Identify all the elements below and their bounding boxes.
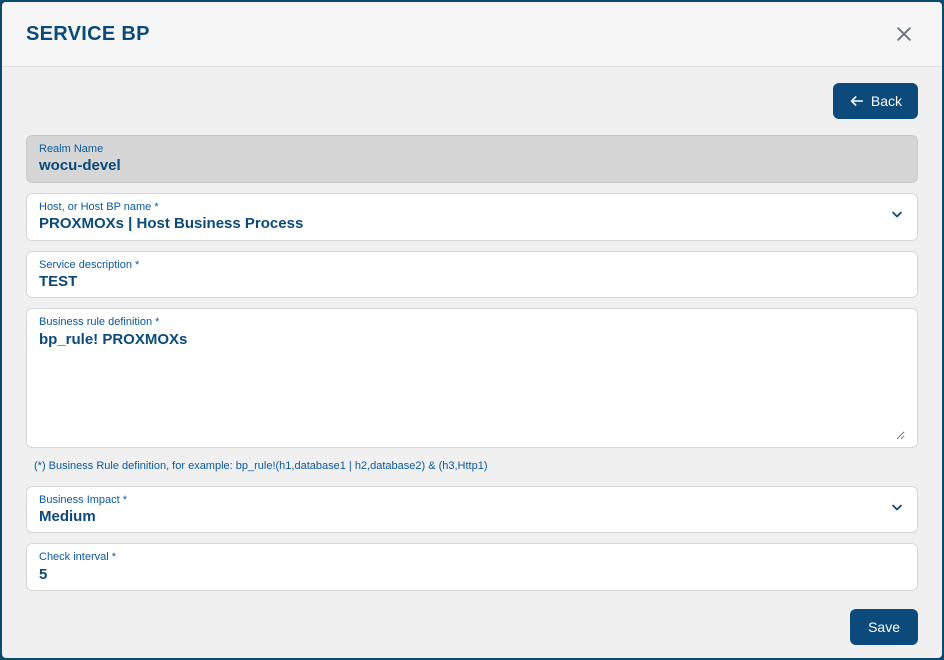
- service-bp-modal: SERVICE BP Back Realm Name wocu-devel Ho…: [2, 2, 942, 658]
- toolbar: Back: [26, 83, 918, 119]
- check-interval-field[interactable]: Check interval *: [26, 543, 918, 591]
- business-rule-hint: (*) Business Rule definition, for exampl…: [26, 458, 918, 476]
- host-label: Host, or Host BP name *: [39, 200, 905, 214]
- back-button[interactable]: Back: [833, 83, 918, 119]
- business-impact-value: Medium: [39, 507, 905, 527]
- host-select[interactable]: Host, or Host BP name * PROXMOXs | Host …: [26, 193, 918, 241]
- business-impact-label: Business Impact *: [39, 493, 905, 507]
- save-button[interactable]: Save: [850, 609, 918, 645]
- arrow-left-icon: [849, 93, 865, 109]
- check-interval-input[interactable]: [39, 565, 905, 585]
- service-description-input[interactable]: [39, 272, 905, 292]
- service-description-label: Service description *: [39, 258, 905, 272]
- back-button-label: Back: [871, 93, 902, 109]
- realm-name-label: Realm Name: [39, 142, 905, 156]
- modal-footer: Save: [26, 601, 918, 645]
- realm-name-value: wocu-devel: [39, 156, 905, 176]
- modal-body: Back Realm Name wocu-devel Host, or Host…: [2, 67, 942, 658]
- business-impact-select[interactable]: Business Impact * Medium: [26, 486, 918, 534]
- close-button[interactable]: [890, 20, 918, 48]
- service-description-field[interactable]: Service description *: [26, 251, 918, 299]
- close-icon: [894, 24, 914, 44]
- modal-title: SERVICE BP: [26, 23, 150, 46]
- host-value: PROXMOXs | Host Business Process: [39, 214, 905, 234]
- business-rule-label: Business rule definition *: [39, 315, 905, 329]
- realm-name-field: Realm Name wocu-devel: [26, 135, 918, 183]
- business-rule-textarea[interactable]: bp_rule! PROXMOXs: [39, 330, 905, 440]
- modal-header: SERVICE BP: [2, 2, 942, 67]
- check-interval-label: Check interval *: [39, 550, 905, 564]
- business-rule-field[interactable]: Business rule definition * bp_rule! PROX…: [26, 308, 918, 447]
